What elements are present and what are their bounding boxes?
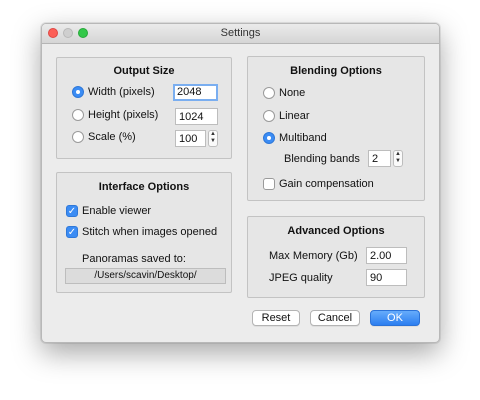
height-option[interactable]: Height (pixels): [72, 109, 158, 121]
blend-linear-radio[interactable]: [263, 110, 275, 122]
scale-label: Scale (%): [88, 131, 136, 143]
advanced-options-group: Advanced Options Max Memory (Gb) 2.00 JP…: [247, 216, 425, 298]
reset-button[interactable]: Reset: [252, 310, 300, 326]
stepper-down-icon[interactable]: ▼: [210, 138, 216, 144]
scale-option[interactable]: Scale (%): [72, 131, 136, 143]
blend-none-radio[interactable]: [263, 87, 275, 99]
blend-linear-option[interactable]: Linear: [263, 110, 310, 122]
jpeg-quality-input[interactable]: 90: [366, 269, 407, 286]
interface-options-title: Interface Options: [98, 181, 190, 193]
output-size-group: Output Size Width (pixels) 2048 Height (…: [56, 57, 232, 159]
max-memory-label: Max Memory (Gb): [269, 250, 358, 262]
ok-button[interactable]: OK: [370, 310, 420, 326]
enable-viewer-label: Enable viewer: [82, 205, 152, 217]
blending-options-title: Blending Options: [290, 65, 382, 77]
stepper-up-icon[interactable]: ▲: [210, 131, 216, 137]
title-bar[interactable]: Settings: [42, 24, 439, 44]
enable-viewer-option[interactable]: ✓ Enable viewer: [66, 205, 151, 217]
width-label: Width (pixels): [88, 86, 155, 98]
blend-linear-label: Linear: [279, 110, 310, 122]
blending-bands-label: Blending bands: [284, 153, 360, 165]
gain-compensation-checkbox[interactable]: [263, 178, 275, 190]
blend-multiband-radio[interactable]: [263, 132, 275, 144]
window-title: Settings: [220, 27, 261, 39]
width-input[interactable]: 2048: [173, 84, 218, 101]
blending-options-group: Blending Options None Linear Multiband B…: [247, 56, 425, 201]
jpeg-quality-label: JPEG quality: [269, 272, 333, 284]
width-radio[interactable]: [72, 86, 84, 98]
scale-radio[interactable]: [72, 131, 84, 143]
blend-multiband-option[interactable]: Multiband: [263, 132, 327, 144]
advanced-options-title: Advanced Options: [287, 225, 385, 237]
stitch-label: Stitch when images opened: [82, 226, 218, 238]
gain-compensation-option[interactable]: Gain compensation: [263, 178, 374, 190]
blend-none-option[interactable]: None: [263, 87, 305, 99]
blend-none-label: None: [279, 87, 306, 99]
gain-compensation-label: Gain compensation: [279, 178, 374, 190]
enable-viewer-checkbox[interactable]: ✓: [66, 205, 78, 217]
blend-multiband-label: Multiband: [279, 132, 327, 144]
width-option[interactable]: Width (pixels): [72, 86, 155, 98]
stitch-checkbox[interactable]: ✓: [66, 226, 78, 238]
stepper-down-icon[interactable]: ▼: [395, 158, 401, 164]
height-input[interactable]: 1024: [175, 108, 218, 125]
cancel-button[interactable]: Cancel: [310, 310, 360, 326]
saved-to-path-field[interactable]: /Users/scavin/Desktop/: [65, 268, 226, 284]
height-radio[interactable]: [72, 109, 84, 121]
saved-to-label: Panoramas saved to:: [82, 253, 186, 265]
blending-bands-stepper[interactable]: ▲ ▼: [393, 150, 403, 167]
output-size-title: Output Size: [113, 65, 175, 77]
stitch-option[interactable]: ✓ Stitch when images opened: [66, 226, 217, 238]
interface-options-group: Interface Options ✓ Enable viewer ✓ Stit…: [56, 172, 232, 293]
settings-window: Settings Output Size Width (pixels) 2048…: [41, 23, 440, 343]
blending-bands-input[interactable]: 2: [368, 150, 391, 167]
scale-stepper[interactable]: ▲ ▼: [208, 130, 218, 147]
max-memory-input[interactable]: 2.00: [366, 247, 407, 264]
stepper-up-icon[interactable]: ▲: [395, 151, 401, 157]
scale-input[interactable]: 100: [175, 130, 206, 147]
height-label: Height (pixels): [88, 109, 159, 121]
